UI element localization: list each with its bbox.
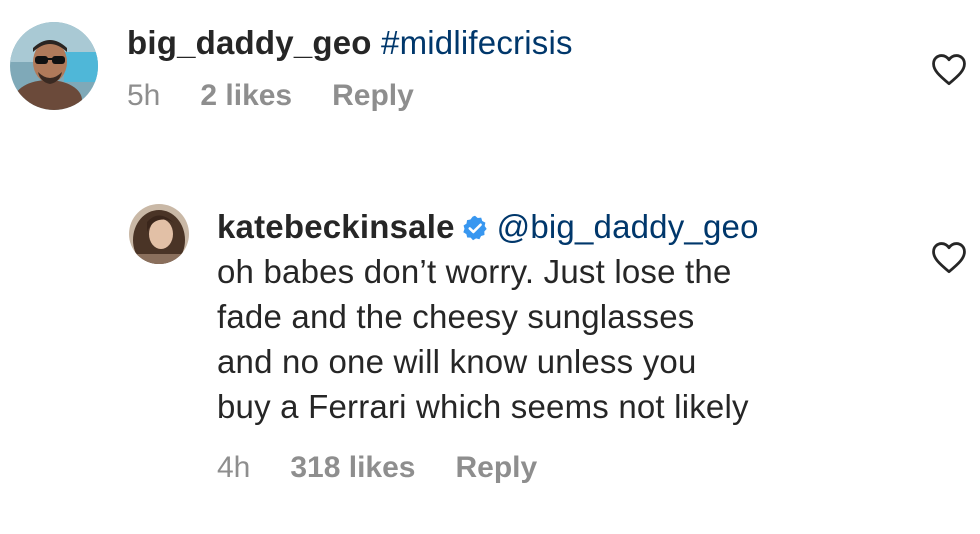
comment-text-line: buy a Ferrari which seems not likely	[217, 388, 749, 425]
avatar[interactable]	[129, 204, 189, 264]
comment-body: katebeckinsale @big_daddy_geo oh babes do…	[217, 204, 907, 485]
avatar-image	[129, 204, 189, 264]
username[interactable]: katebeckinsale	[217, 208, 455, 245]
like-count[interactable]: 2 likes	[200, 79, 292, 113]
avatar[interactable]	[10, 22, 98, 110]
username[interactable]: big_daddy_geo	[127, 24, 372, 61]
comment-text-line: oh babes don’t worry. Just lose the	[217, 253, 732, 290]
comment-header-line: katebeckinsale @big_daddy_geo	[217, 204, 907, 249]
reply-button[interactable]: Reply	[456, 451, 538, 485]
comment-text-line: fade and the cheesy sunglasses	[217, 298, 695, 335]
heart-outline-icon[interactable]	[930, 52, 968, 86]
comment-time: 5h	[127, 79, 161, 112]
hashtag-link[interactable]: #midlifecrisis	[381, 24, 573, 61]
avatar-image	[10, 22, 98, 110]
comment-body: big_daddy_geo #midlifecrisis 5h 2 likes …	[127, 20, 887, 113]
comment-text: big_daddy_geo #midlifecrisis	[127, 20, 887, 65]
mention-link[interactable]: @big_daddy_geo	[497, 208, 759, 245]
reply-button[interactable]: Reply	[332, 79, 414, 113]
verified-badge-icon	[461, 214, 489, 242]
comment-big-daddy-geo: big_daddy_geo #midlifecrisis 5h 2 likes …	[0, 0, 980, 150]
heart-outline-icon[interactable]	[930, 240, 968, 274]
like-count[interactable]: 318 likes	[290, 451, 415, 485]
comment-meta: 4h 318 likes Reply	[217, 451, 907, 485]
comment-katebeckinsale: katebeckinsale @big_daddy_geo oh babes do…	[0, 190, 980, 510]
comment-meta: 5h 2 likes Reply	[127, 79, 887, 113]
comment-text-line: and no one will know unless you	[217, 343, 697, 380]
comment-time: 4h	[217, 451, 251, 484]
